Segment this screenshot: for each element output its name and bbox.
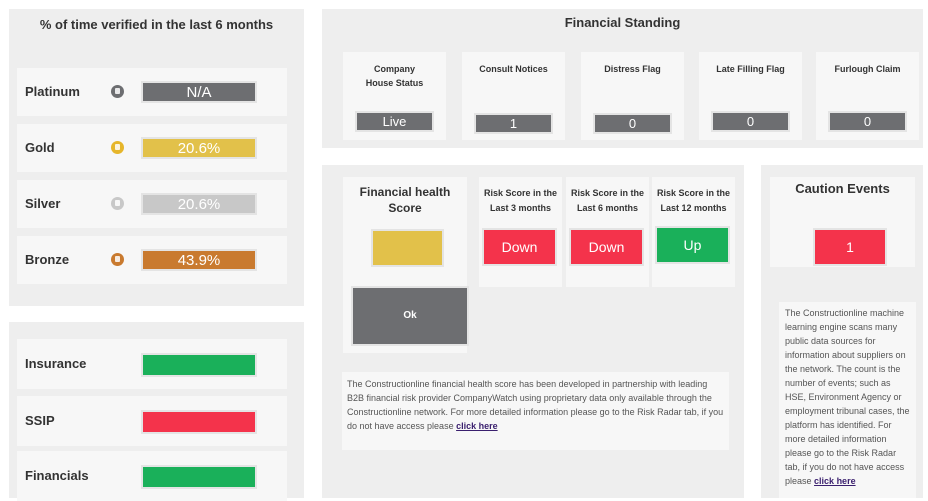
- caution-events-title: Caution Events: [795, 181, 890, 196]
- tier-value-bar: N/A: [141, 81, 257, 103]
- tier-value-bar: 20.6%: [141, 193, 257, 215]
- health-score-card: Financial health Score Ok: [343, 177, 469, 353]
- tier-value-bar: 20.6%: [141, 137, 257, 159]
- medal-icon: [111, 141, 124, 154]
- caution-description-text: The Constructionline machine learning en…: [785, 308, 910, 486]
- tier-row-gold: Gold 20.6%: [17, 124, 287, 172]
- status-row-insurance: Insurance: [17, 339, 287, 389]
- risk-indicator: Up: [655, 226, 730, 264]
- standing-card-late-filling-flag: Late Filling Flag 0: [699, 52, 802, 140]
- caution-events-panel: Caution Events 1 The Constructionline ma…: [761, 165, 923, 498]
- health-click-here-link[interactable]: click here: [456, 421, 498, 431]
- medal-icon: [111, 85, 124, 98]
- tier-label: Silver: [25, 196, 61, 211]
- standing-label: Late Filling Flag: [716, 64, 785, 74]
- health-description: The Constructionline financial health sc…: [342, 372, 729, 450]
- verification-title: % of time verified in the last 6 months: [39, 17, 274, 32]
- standing-card-consult-notices: Consult Notices 1: [462, 52, 565, 140]
- tier-value-bar: 43.9%: [141, 249, 257, 271]
- status-label: SSIP: [25, 413, 55, 428]
- status-label: Insurance: [25, 356, 87, 371]
- risk-indicator: Down: [482, 228, 557, 266]
- standing-value: 0: [593, 113, 672, 134]
- financial-standing-title: Financial Standing: [564, 15, 681, 30]
- tier-row-bronze: Bronze 43.9%: [17, 236, 287, 284]
- caution-description: The Constructionline machine learning en…: [779, 302, 916, 498]
- health-score-indicator: [371, 229, 444, 267]
- status-indicator: [141, 410, 257, 434]
- standing-label: Consult Notices: [479, 64, 548, 74]
- tier-row-platinum: Platinum N/A: [17, 68, 287, 116]
- tier-label: Bronze: [25, 252, 70, 267]
- health-description-text: The Constructionline financial health sc…: [347, 379, 724, 431]
- risk-card-6-months: Risk Score in the Last 6 months Down: [566, 177, 649, 287]
- risk-card-3-months: Risk Score in the Last 3 months Down: [479, 177, 562, 287]
- standing-value: 1: [474, 113, 553, 134]
- standing-value: Live: [355, 111, 434, 132]
- caution-events-card: Caution Events 1: [770, 177, 915, 267]
- risk-label: Risk Score in the Last 6 months: [570, 188, 645, 213]
- health-score-title: Financial health Score: [359, 185, 451, 215]
- status-label: Financials: [25, 468, 89, 483]
- standing-value: 0: [711, 111, 790, 132]
- caution-click-here-link[interactable]: click here: [814, 476, 856, 486]
- status-row-ssip: SSIP: [17, 396, 287, 446]
- risk-indicator: Down: [569, 228, 644, 266]
- risk-label: Risk Score in the Last 3 months: [483, 188, 558, 213]
- standing-card-company-house: Company House Status Live: [343, 52, 446, 140]
- health-score-box: Ok: [351, 286, 469, 346]
- tier-row-silver: Silver 20.6%: [17, 180, 287, 228]
- caution-events-count: 1: [813, 228, 887, 266]
- financial-standing-panel: Financial Standing Company House Status …: [322, 9, 923, 148]
- standing-label: Distress Flag: [604, 64, 661, 74]
- standing-value: 0: [828, 111, 907, 132]
- risk-card-12-months: Risk Score in the Last 12 months Up: [652, 177, 735, 287]
- status-indicator: [141, 353, 257, 377]
- risk-label: Risk Score in the Last 12 months: [656, 188, 731, 213]
- tier-label: Gold: [25, 140, 55, 155]
- tier-label: Platinum: [25, 84, 80, 99]
- status-row-financials: Financials: [17, 451, 287, 501]
- standing-card-furlough-claim: Furlough Claim 0: [816, 52, 919, 140]
- financial-health-panel: Financial health Score Ok Risk Score in …: [322, 165, 744, 498]
- medal-icon: [111, 197, 124, 210]
- standing-label: Company House Status: [365, 64, 424, 88]
- status-indicator: [141, 465, 257, 489]
- standing-label: Furlough Claim: [834, 64, 901, 74]
- medal-icon: [111, 253, 124, 266]
- standing-card-distress-flag: Distress Flag 0: [581, 52, 684, 140]
